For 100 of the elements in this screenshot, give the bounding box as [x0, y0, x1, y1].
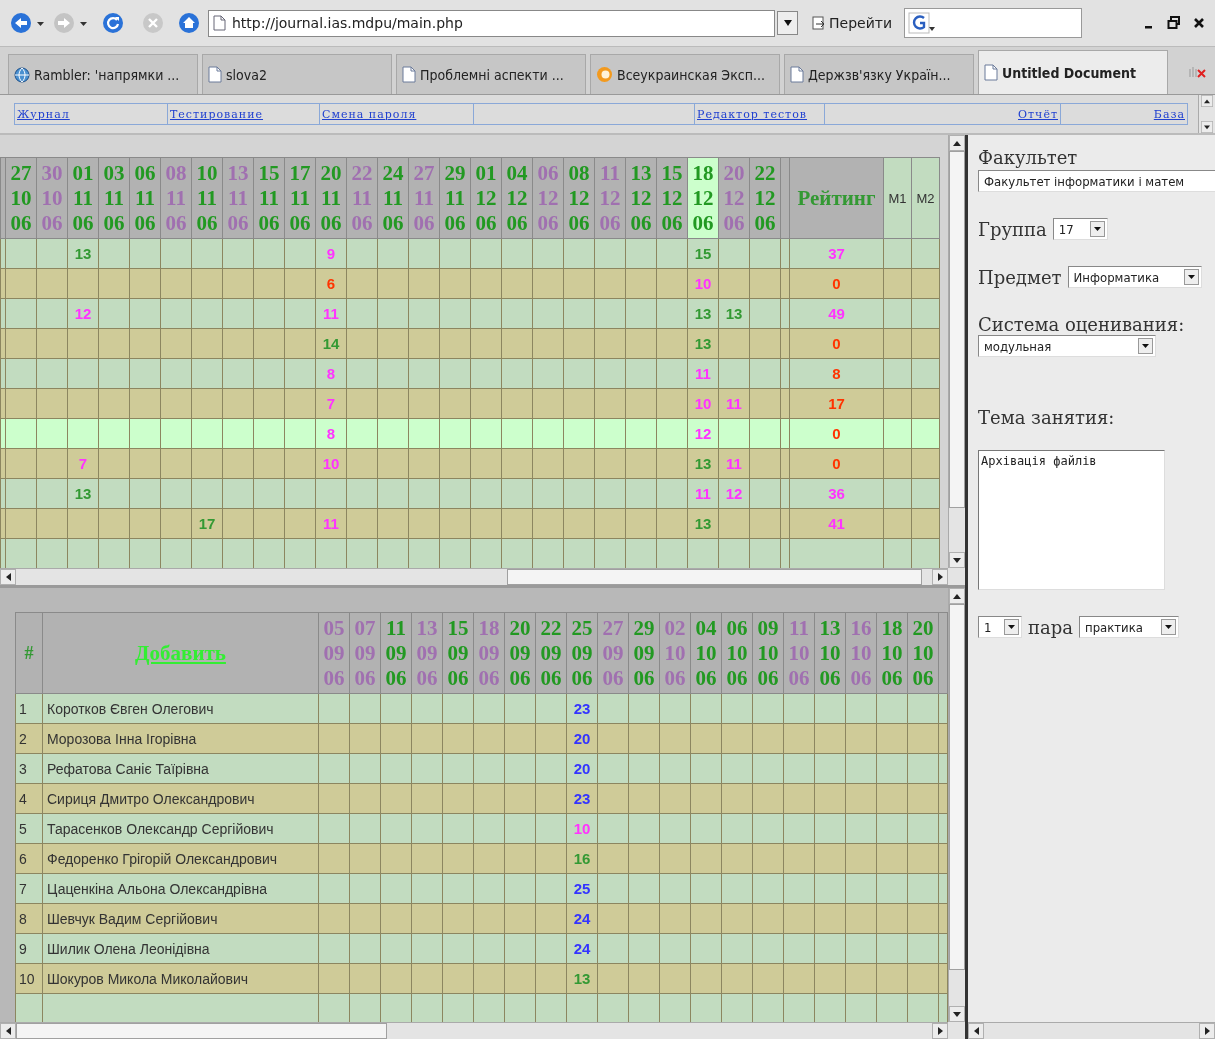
table-row[interactable]: 13 9 15 37 [0, 238, 940, 269]
date-header[interactable]: 06 11 06 [129, 157, 161, 239]
date-header[interactable]: 09 10 06 [752, 612, 784, 694]
dropdown-arrow-icon[interactable] [782, 19, 793, 27]
nav-link[interactable]: База [1153, 107, 1185, 121]
nav-link[interactable]: Редактор тестов [697, 107, 808, 121]
date-header[interactable]: 15 12 06 [656, 157, 688, 239]
date-header[interactable]: 30 10 06 [36, 157, 68, 239]
table-row[interactable]: 7 10 11 17 [0, 388, 940, 419]
date-header[interactable]: 25 09 06 [566, 612, 598, 694]
date-header[interactable]: 06 10 06 [721, 612, 753, 694]
table-row[interactable]: 7 10 13 11 0 [0, 448, 940, 479]
date-header[interactable]: 18 10 06 [876, 612, 908, 694]
table-row[interactable]: 17 11 13 41 [0, 508, 940, 539]
date-header[interactable]: 10 11 06 [191, 157, 223, 239]
address-field[interactable]: http://journal.ias.mdpu/main.php [208, 9, 775, 37]
scroll-thumb[interactable] [507, 569, 923, 585]
date-header[interactable]: 11 10 06 [783, 612, 815, 694]
row-number: 9 [15, 933, 43, 964]
date-header[interactable]: 20 09 06 [504, 612, 536, 694]
table-cell [938, 753, 948, 784]
table-row[interactable]: 13 11 12 36 [0, 478, 940, 509]
grade-value: 7 [78, 455, 88, 472]
date-header[interactable]: 15 11 06 [253, 157, 285, 239]
vertical-scrollbar[interactable] [1198, 95, 1215, 133]
date-header[interactable]: 20 10 06 [907, 612, 939, 694]
browser-tab[interactable]: Держзв'язку Україн... [784, 54, 974, 94]
date-header[interactable]: 04 12 06 [501, 157, 533, 239]
date-header[interactable]: 03 11 06 [98, 157, 130, 239]
browser-tab[interactable]: Всеукраинская Эксп... [590, 54, 780, 94]
browser-tab[interactable]: Проблемні аспекти ... [396, 54, 586, 94]
lesson-type-select[interactable]: практика [1079, 616, 1179, 638]
scroll-thumb[interactable] [949, 151, 965, 508]
date-header[interactable]: 22 11 06 [346, 157, 378, 239]
table-row[interactable]: 12 11 13 13 49 [0, 298, 940, 329]
restore-icon[interactable] [1167, 16, 1181, 30]
date-header[interactable]: 01 12 06 [470, 157, 502, 239]
table-row[interactable]: 8 12 0 [0, 418, 940, 449]
faculty-select[interactable]: Факультет інформатики і матем [978, 170, 1215, 192]
date-header[interactable]: 22 12 06 [749, 157, 781, 239]
horizontal-scrollbar[interactable] [968, 1022, 1215, 1039]
nav-link[interactable]: Отчёт [1018, 107, 1058, 121]
browser-tab[interactable]: Untitled Document [978, 50, 1168, 94]
table-row[interactable]: 8 11 8 [0, 358, 940, 389]
date-header[interactable]: 24 11 06 [377, 157, 409, 239]
reload-icon[interactable] [102, 12, 124, 34]
date-header[interactable]: 20 11 06 [315, 157, 347, 239]
nav-link[interactable]: Смена пароля [322, 107, 417, 121]
date-header[interactable]: 27 09 06 [597, 612, 629, 694]
date-header[interactable]: 02 10 06 [659, 612, 691, 694]
close-icon[interactable] [1193, 17, 1205, 29]
subject-select[interactable]: Информатика [1067, 266, 1202, 288]
topic-textarea[interactable]: Архівація файлів [978, 450, 1165, 590]
vertical-scrollbar[interactable] [948, 588, 965, 1022]
date-header[interactable]: 08 12 06 [563, 157, 595, 239]
date-header[interactable]: 11 12 06 [594, 157, 626, 239]
nav-link[interactable]: Тестирование [170, 107, 263, 121]
date-header[interactable]: 06 12 06 [532, 157, 564, 239]
horizontal-scrollbar[interactable] [0, 1022, 948, 1039]
date-header[interactable]: 29 09 06 [628, 612, 660, 694]
vertical-scrollbar[interactable] [948, 135, 965, 568]
table-row[interactable]: 14 13 0 [0, 328, 940, 359]
dropdown-button[interactable] [777, 11, 798, 35]
day-number: 06 [536, 160, 560, 186]
search-engine-icon[interactable] [908, 12, 936, 34]
grading-select[interactable]: модульная [978, 335, 1156, 357]
nav-link[interactable]: Журнал [17, 107, 70, 121]
date-header[interactable]: 22 09 06 [535, 612, 567, 694]
date-header[interactable]: 01 11 06 [67, 157, 99, 239]
date-header[interactable]: 18 12 06 [687, 157, 719, 239]
date-header[interactable]: 29 11 06 [439, 157, 471, 239]
table-cell [938, 903, 948, 934]
pair-number-select[interactable]: 1 [978, 616, 1022, 638]
date-header[interactable]: 15 09 06 [442, 612, 474, 694]
browser-tab[interactable]: slova2 [202, 54, 392, 94]
date-header[interactable]: 17 11 06 [284, 157, 316, 239]
date-header[interactable]: 27 11 06 [408, 157, 440, 239]
date-header[interactable]: 13 10 06 [814, 612, 846, 694]
browser-tab[interactable]: Rambler: 'напрямки ... [8, 54, 198, 94]
date-header[interactable]: 20 12 06 [718, 157, 750, 239]
date-header[interactable]: 13 11 06 [222, 157, 254, 239]
date-header[interactable]: 13 09 06 [411, 612, 443, 694]
date-header[interactable]: 05 09 06 [318, 612, 350, 694]
date-header[interactable]: 27 10 06 [5, 157, 37, 239]
date-header[interactable]: 07 09 06 [349, 612, 381, 694]
date-header[interactable]: 18 09 06 [473, 612, 505, 694]
date-header[interactable]: 13 12 06 [625, 157, 657, 239]
date-header[interactable]: 16 10 06 [845, 612, 877, 694]
scroll-thumb[interactable] [949, 604, 965, 970]
search-field[interactable] [904, 8, 1082, 38]
date-header[interactable]: 11 09 06 [380, 612, 412, 694]
date-header[interactable]: 04 10 06 [690, 612, 722, 694]
table-row[interactable]: 6 10 0 [0, 268, 940, 299]
add-link[interactable]: Добавить [135, 640, 226, 665]
group-select[interactable]: 17 [1052, 218, 1108, 240]
date-header[interactable]: 08 11 06 [160, 157, 192, 239]
home-icon[interactable] [178, 12, 200, 34]
horizontal-scrollbar[interactable] [0, 568, 948, 585]
scroll-thumb[interactable] [16, 1023, 388, 1039]
go-button[interactable]: Перейти [808, 13, 896, 33]
